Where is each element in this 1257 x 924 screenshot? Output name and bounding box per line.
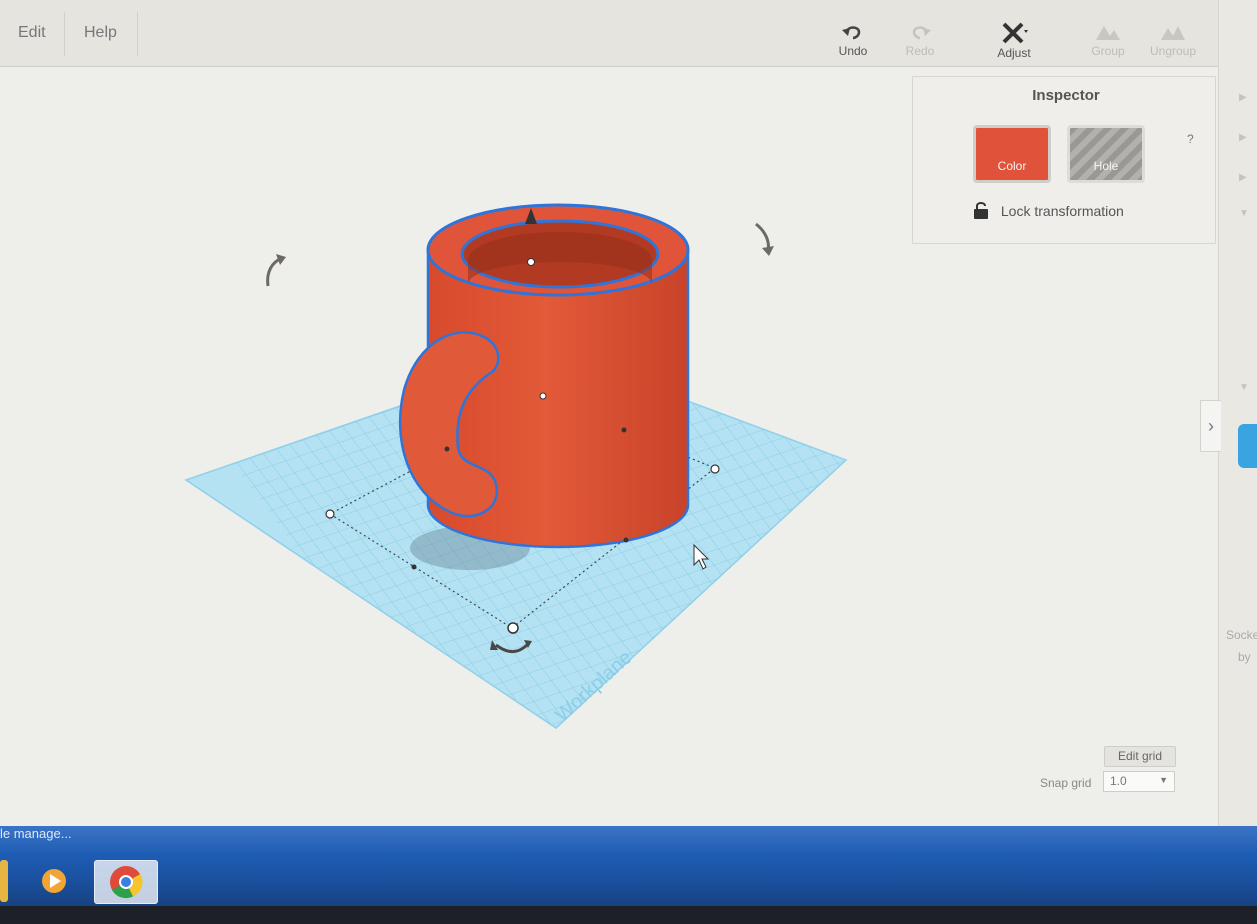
- lock-transformation-toggle[interactable]: Lock transformation: [973, 201, 1124, 219]
- rotate-handle-right[interactable]: [755, 222, 774, 256]
- color-label: Color: [997, 159, 1027, 173]
- snap-grid-value: 1.0: [1110, 774, 1127, 788]
- undo-icon: [842, 26, 861, 40]
- undo-button[interactable]: Undo: [821, 22, 885, 58]
- right-sidebar: ▶ ▶ ▶ ▼ ▼: [1218, 0, 1257, 826]
- expand-arrow-icon[interactable]: ▶: [1239, 172, 1247, 183]
- rotate-handle-left[interactable]: [266, 254, 286, 287]
- ungroup-icon: [1161, 26, 1185, 40]
- expand-arrow-icon[interactable]: ▶: [1239, 92, 1247, 103]
- expand-arrow-icon[interactable]: ▶: [1239, 132, 1247, 143]
- side-item-author: by: [1238, 650, 1251, 664]
- ungroup-button[interactable]: Ungroup: [1141, 22, 1205, 58]
- chrome-icon: [110, 866, 143, 899]
- lock-label: Lock transformation: [1000, 203, 1124, 219]
- adjust-icon: [1002, 22, 1028, 44]
- hole-label: Hole: [1093, 159, 1119, 173]
- chrome-button[interactable]: [94, 860, 158, 904]
- help-icon[interactable]: ?: [1187, 132, 1194, 146]
- color-button[interactable]: Color: [973, 125, 1051, 183]
- shape-thumbnail[interactable]: [1238, 424, 1257, 468]
- snap-grid-label: Snap grid: [1040, 776, 1092, 790]
- menu-divider: [64, 12, 65, 56]
- redo-icon: [912, 26, 931, 40]
- panel-toggle-chevron-icon[interactable]: ›: [1200, 400, 1221, 452]
- collapse-arrow-icon[interactable]: ▼: [1239, 208, 1249, 219]
- group-icon: [1096, 26, 1120, 40]
- taskbar-window-title[interactable]: le manage...: [0, 826, 72, 841]
- hole-button[interactable]: Hole: [1067, 125, 1145, 183]
- screen-bezel: [0, 906, 1257, 924]
- tinkercad-app: Workplane Edit Help Undo Redo Adjust Gro…: [0, 0, 1257, 826]
- inspector-title: Inspector: [1032, 87, 1100, 104]
- redo-button[interactable]: Redo: [888, 22, 952, 58]
- menu-bar: Edit Help Undo Redo Adjust Group Ungroup: [0, 0, 1240, 67]
- os-taskbar: le manage...: [0, 826, 1257, 906]
- group-label: Group: [1091, 44, 1125, 58]
- chevron-down-icon: ▼: [1159, 775, 1168, 785]
- media-player-icon: [42, 869, 66, 893]
- menu-help[interactable]: Help: [84, 24, 117, 42]
- adjust-label: Adjust: [997, 46, 1031, 60]
- folder-icon[interactable]: [0, 860, 8, 902]
- menu-divider: [137, 12, 138, 56]
- media-player-button[interactable]: [30, 860, 78, 902]
- redo-label: Redo: [905, 44, 935, 58]
- lock-icon: [974, 202, 988, 219]
- adjust-button[interactable]: Adjust: [982, 22, 1046, 60]
- snap-grid-select[interactable]: 1.0 ▼: [1103, 771, 1175, 792]
- inspector-panel: Inspector ? Color Hole Lock transformati…: [912, 76, 1216, 244]
- undo-label: Undo: [838, 44, 868, 58]
- edit-grid-button[interactable]: Edit grid: [1104, 746, 1176, 767]
- group-button[interactable]: Group: [1076, 22, 1140, 58]
- menu-edit[interactable]: Edit: [18, 24, 46, 42]
- ungroup-label: Ungroup: [1149, 44, 1197, 58]
- side-item-title: Socke: [1226, 628, 1257, 642]
- collapse-arrow-icon[interactable]: ▼: [1239, 382, 1249, 393]
